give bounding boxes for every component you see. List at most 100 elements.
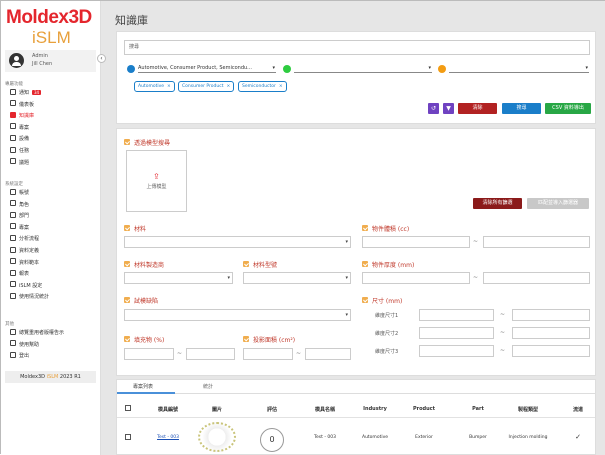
material-label: 材料 — [134, 226, 147, 233]
sidebar-item[interactable]: 報表 — [10, 269, 29, 278]
projected-area-max-input[interactable] — [305, 348, 351, 360]
sidebar-item[interactable]: 分析流程 — [10, 234, 39, 243]
sidebar-item[interactable]: iSLM 設定 — [10, 281, 42, 290]
model-search-checkbox[interactable] — [124, 139, 130, 145]
sidebar-item[interactable]: 資料範本 — [10, 258, 39, 267]
size2-min-input[interactable] — [419, 327, 494, 339]
sidebar-item[interactable]: 總覽重用者版權告示 — [10, 328, 65, 337]
sidebar-item-label: 總覽重用者版權告示 — [19, 330, 65, 336]
select-all-checkbox[interactable] — [125, 405, 131, 411]
sidebar-item[interactable]: 任務 — [10, 146, 29, 155]
filler-min-input[interactable] — [124, 348, 174, 360]
column-header[interactable]: 製程類型 — [518, 406, 538, 413]
main-content: 知識庫 搜尋 Automotive, Consumer Product, Sem… — [101, 1, 605, 455]
column-header[interactable]: Industry — [363, 406, 387, 412]
csv-export-button[interactable]: CSV 資料導出 — [545, 103, 591, 114]
sidebar-item[interactable]: 資料定義 — [10, 246, 39, 255]
clear-all-filters-button[interactable]: 清除所有篩選 — [473, 198, 522, 209]
sidebar-item[interactable]: 議題 — [10, 158, 29, 167]
column-header[interactable]: 模具名稱 — [315, 406, 335, 413]
sidebar-item[interactable]: 部門 — [10, 211, 29, 220]
close-icon[interactable]: × — [279, 84, 283, 89]
column-header[interactable]: 模具編號 — [158, 406, 178, 413]
sidebar-item[interactable]: 使用情況統計 — [10, 292, 49, 301]
filler-max-input[interactable] — [186, 348, 235, 360]
sidebar-item[interactable]: 專案 — [10, 123, 29, 132]
projected-area-checkbox[interactable] — [243, 336, 249, 342]
user-card[interactable]: Admin Jill Chen — [5, 50, 96, 72]
size1-label: 維度尺寸1 — [375, 313, 399, 319]
row-checkbox[interactable] — [125, 434, 131, 440]
size1-max-input[interactable] — [512, 309, 590, 321]
part-thickness-max-input[interactable] — [483, 272, 590, 284]
bell-icon — [10, 88, 16, 95]
sidebar-item[interactable]: 專案 — [10, 223, 29, 232]
stats-icon — [10, 292, 16, 299]
settings-icon — [10, 281, 16, 288]
range-dash: ~ — [500, 329, 506, 336]
search-input[interactable]: 搜尋 — [124, 40, 590, 55]
history-button[interactable]: ↺ — [428, 103, 439, 114]
material-maker-select[interactable]: ▾ — [124, 272, 233, 284]
mold-id-link[interactable]: Test - 003 — [157, 435, 179, 440]
chip-automotive[interactable]: Automotive × — [134, 81, 175, 92]
material-checkbox[interactable] — [124, 225, 130, 231]
sidebar-item[interactable]: 設備 — [10, 134, 29, 143]
chip-semiconductor[interactable]: Semiconductor × — [238, 81, 287, 92]
material-maker-checkbox[interactable] — [124, 261, 130, 267]
part-volume-max-input[interactable] — [483, 236, 590, 248]
size3-min-input[interactable] — [419, 345, 494, 357]
material-select[interactable]: ▾ — [124, 236, 351, 248]
issue-icon — [10, 158, 16, 165]
close-icon[interactable]: × — [226, 84, 230, 89]
filter-select-2[interactable]: ▾ — [294, 64, 432, 73]
search-button[interactable]: 搜尋 — [502, 103, 541, 114]
column-header[interactable]: Product — [413, 406, 435, 412]
column-header[interactable]: 流道 — [573, 406, 583, 413]
chip-consumer-product[interactable]: Consumer Product × — [178, 81, 235, 92]
orange-dot-icon — [438, 65, 446, 73]
sidebar-item[interactable]: 登出 — [10, 351, 30, 360]
upload-model-area[interactable]: ⇪ 上傳模型 — [126, 150, 187, 212]
filter-button[interactable]: ▼ — [443, 103, 454, 114]
sidebar-item[interactable]: 儀表板 — [10, 100, 34, 109]
tab-project-list[interactable]: 專案列表 — [133, 383, 153, 390]
match-import-filter-button[interactable]: 匹配並導入篩選器 — [527, 198, 589, 209]
user-role: Admin — [32, 53, 48, 59]
trial-defect-checkbox[interactable] — [124, 297, 130, 303]
size3-max-input[interactable] — [512, 345, 590, 357]
size2-max-input[interactable] — [512, 327, 590, 339]
filter-form-panel: 透過模型搜尋 ⇪ 上傳模型 清除所有篩選 匹配並導入篩選器 材料 ▾ 物件體積 … — [116, 128, 596, 376]
sidebar-item[interactable]: 帳號 — [10, 188, 29, 197]
material-grade-label: 材料型號 — [253, 262, 278, 269]
part-volume-checkbox[interactable] — [362, 225, 368, 231]
column-header[interactable]: Part — [472, 406, 484, 412]
sidebar-item[interactable]: 知識庫 — [10, 111, 34, 120]
report-icon — [10, 269, 16, 276]
tab-statistics[interactable]: 統計 — [203, 383, 213, 390]
close-icon[interactable]: × — [167, 84, 171, 89]
size-checkbox[interactable] — [362, 297, 368, 303]
part-thickness-min-input[interactable] — [362, 272, 470, 284]
size1-min-input[interactable] — [419, 309, 494, 321]
help-icon — [10, 340, 16, 347]
sidebar-collapse-button[interactable]: ‹ — [97, 54, 106, 63]
clear-button[interactable]: 清除 — [458, 103, 497, 114]
sidebar-item[interactable]: 角色 — [10, 200, 29, 209]
mold-name-cell: Test - 003 — [314, 435, 336, 440]
filler-checkbox[interactable] — [124, 336, 130, 342]
part-thickness-checkbox[interactable] — [362, 261, 368, 267]
material-grade-checkbox[interactable] — [243, 261, 249, 267]
projected-area-min-input[interactable] — [243, 348, 293, 360]
range-dash: ~ — [500, 347, 506, 354]
material-grade-select[interactable]: ▾ — [243, 272, 351, 284]
sidebar-item[interactable]: 通知 34 — [10, 88, 42, 97]
part-volume-min-input[interactable] — [362, 236, 470, 248]
part-thumbnail[interactable] — [198, 422, 236, 452]
filter-select-industry[interactable]: Automotive, Consumer Product, Semicondu.… — [138, 64, 276, 73]
sidebar-item[interactable]: 使用幫助 — [10, 340, 39, 349]
page-title: 知識庫 — [115, 14, 148, 27]
trial-defect-select[interactable]: ▾ — [124, 309, 351, 321]
sidebar-item-label: 登出 — [19, 353, 30, 360]
filter-select-3[interactable]: ▾ — [449, 64, 589, 73]
